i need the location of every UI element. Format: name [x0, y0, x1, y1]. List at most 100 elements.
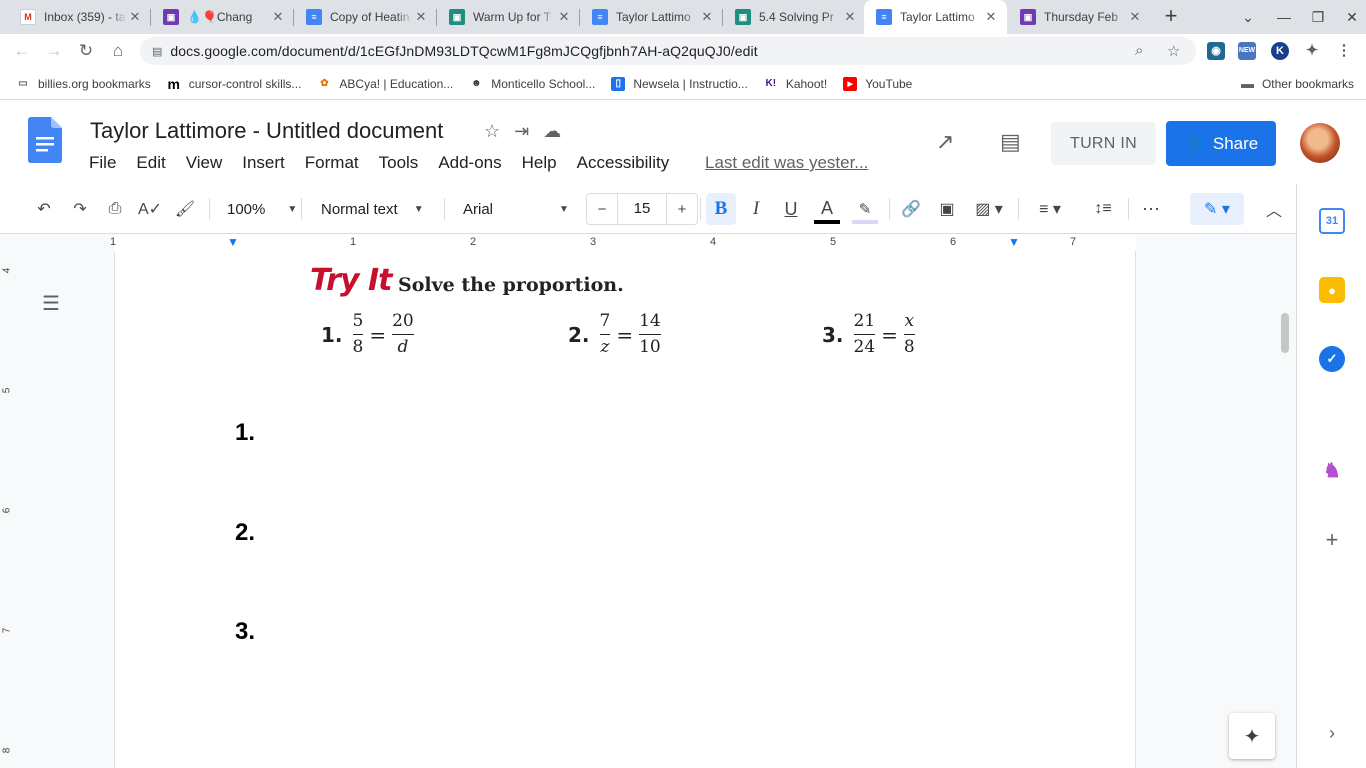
menu-accessibility[interactable]: Accessibility: [577, 153, 670, 173]
tab-search-icon[interactable]: ⌄: [1230, 0, 1266, 34]
close-icon[interactable]: ✕: [413, 9, 429, 25]
menu-file[interactable]: File: [89, 153, 116, 173]
forward-icon[interactable]: →: [41, 38, 67, 64]
reload-icon[interactable]: ↻: [73, 38, 99, 64]
chevron-up-icon[interactable]: ︿: [1262, 197, 1286, 221]
comments-icon[interactable]: ▤: [1000, 129, 1021, 155]
add-comment-icon[interactable]: ▣: [935, 197, 959, 221]
decrease-font-size-button[interactable]: −: [587, 201, 617, 218]
close-icon[interactable]: ✕: [1127, 9, 1143, 25]
undo-icon[interactable]: ↶: [32, 197, 56, 221]
tab-copy-of-heating[interactable]: ≡ Copy of Heatin ✕: [294, 0, 437, 34]
right-indent-marker-icon[interactable]: ▼: [1008, 235, 1020, 249]
paint-format-icon[interactable]: 🖌: [173, 197, 197, 221]
print-icon[interactable]: ⎙: [103, 197, 127, 221]
explore-button[interactable]: ✦: [1229, 713, 1275, 759]
avatar[interactable]: [1300, 123, 1340, 163]
k-extension-icon[interactable]: K: [1271, 42, 1289, 60]
bookmark-newsela[interactable]: ▯ Newsela | Instructio...: [603, 76, 756, 91]
close-icon[interactable]: ✕: [127, 9, 143, 25]
minimize-button[interactable]: —: [1266, 0, 1302, 34]
insert-link-icon[interactable]: 🔗: [899, 197, 923, 221]
underline-button[interactable]: U: [779, 197, 803, 221]
document-page[interactable]: Try It Solve the proportion. 1. 5 8 = 20 d…: [114, 251, 1136, 768]
turn-in-button[interactable]: TURN IN: [1051, 122, 1156, 165]
document-title[interactable]: Taylor Lattimore - Untitled document: [90, 118, 443, 144]
site-info-icon[interactable]: ▤: [152, 45, 162, 58]
increase-font-size-button[interactable]: +: [667, 201, 697, 218]
tab-solving-proportions[interactable]: ▣ 5.4 Solving Pr ✕: [723, 0, 866, 34]
bookmark-youtube[interactable]: ▶ YouTube: [835, 76, 920, 91]
move-folder-icon[interactable]: ⇥: [514, 121, 529, 142]
close-icon[interactable]: ✕: [556, 9, 572, 25]
insert-image-icon[interactable]: ▨ ▾: [970, 197, 1008, 221]
tab-thursday[interactable]: ▣ Thursday Feb ✕: [1008, 0, 1151, 34]
text-color-button[interactable]: A: [814, 197, 840, 224]
italic-button[interactable]: I: [744, 197, 768, 221]
restore-button[interactable]: ❐: [1300, 0, 1336, 34]
menu-tools[interactable]: Tools: [379, 153, 419, 173]
search-icon[interactable]: ⌕: [1135, 42, 1143, 59]
close-icon[interactable]: ✕: [842, 9, 858, 25]
scrollbar-thumb[interactable]: [1281, 313, 1289, 353]
home-icon[interactable]: ⌂: [105, 38, 131, 64]
cloud-saved-icon[interactable]: ☁: [543, 121, 561, 142]
font-family-select[interactable]: Arial ▼: [463, 197, 569, 221]
bookmark-kahoot[interactable]: K! Kahoot!: [756, 77, 835, 91]
zoom-select[interactable]: 100% ▼: [227, 197, 297, 221]
redo-icon[interactable]: ↷: [68, 197, 92, 221]
more-tools-icon[interactable]: ⋯: [1139, 197, 1163, 221]
highlight-color-icon[interactable]: ✎: [852, 197, 878, 224]
font-size-stepper[interactable]: − 15 +: [586, 193, 698, 225]
docs-logo-icon[interactable]: [28, 117, 62, 163]
share-button[interactable]: 👤 Share: [1166, 121, 1276, 166]
tab-change[interactable]: ▣ 💧🎈Chang ✕: [151, 0, 294, 34]
menu-format[interactable]: Format: [305, 153, 359, 173]
bold-button[interactable]: B: [706, 193, 736, 225]
bookmark-cursor-control[interactable]: m cursor-control skills...: [159, 76, 310, 92]
bookmark-billies[interactable]: ▭ billies.org bookmarks: [8, 77, 159, 91]
activity-trend-icon[interactable]: ↗: [936, 129, 954, 155]
new-tab-button[interactable]: +: [1158, 4, 1184, 30]
document-outline-icon[interactable]: ☰: [42, 291, 60, 316]
menu-view[interactable]: View: [186, 153, 223, 173]
other-bookmarks[interactable]: ▬ Other bookmarks: [1241, 76, 1354, 91]
bookmark-abcya[interactable]: ✿ ABCya! | Education...: [309, 77, 461, 91]
calendar-icon[interactable]: 31: [1319, 208, 1345, 234]
more-menu-icon[interactable]: ⋮: [1335, 42, 1353, 60]
tab-warm-up[interactable]: ▣ Warm Up for T ✕: [437, 0, 580, 34]
menu-help[interactable]: Help: [522, 153, 557, 173]
add-addon-icon[interactable]: +: [1319, 527, 1345, 553]
new-extension-icon[interactable]: NEW: [1238, 42, 1256, 60]
extension-icon[interactable]: ◉: [1207, 42, 1225, 60]
spellcheck-icon[interactable]: A✓: [138, 197, 162, 221]
menu-addons[interactable]: Add-ons: [438, 153, 501, 173]
keep-icon[interactable]: ●: [1319, 277, 1345, 303]
tasks-icon[interactable]: ✓: [1319, 346, 1345, 372]
tab-taylor-lattimore-1[interactable]: ≡ Taylor Lattimo ✕: [580, 0, 723, 34]
horizontal-ruler[interactable]: 1 ▼ 1 2 3 4 5 6 ▼ 7: [0, 234, 1296, 251]
chevron-right-icon[interactable]: ›: [1319, 720, 1345, 746]
close-icon[interactable]: ✕: [983, 9, 999, 25]
font-size-input[interactable]: 15: [617, 194, 667, 224]
extensions-puzzle-icon[interactable]: ✦: [1303, 42, 1321, 60]
align-left-icon[interactable]: ≡ ▾: [1031, 197, 1069, 221]
paragraph-style-select[interactable]: Normal text ▼: [321, 197, 424, 221]
line-spacing-icon[interactable]: ↕≡: [1090, 197, 1116, 221]
bookmark-star-icon[interactable]: ☆: [1167, 42, 1180, 60]
close-icon[interactable]: ✕: [699, 9, 715, 25]
editing-mode-icon[interactable]: ✎ ▾: [1190, 193, 1244, 225]
left-indent-marker-icon[interactable]: ▼: [227, 235, 239, 249]
last-edit-link[interactable]: Last edit was yester...: [705, 153, 868, 173]
tab-inbox[interactable]: M Inbox (359) - ta ✕: [8, 0, 151, 34]
back-icon[interactable]: ←: [9, 38, 35, 64]
address-bar[interactable]: ▤ docs.google.com/document/d/1cEGfJnDM93…: [140, 37, 1196, 65]
star-icon[interactable]: ☆: [484, 121, 500, 142]
menu-edit[interactable]: Edit: [136, 153, 165, 173]
close-window-button[interactable]: ✕: [1334, 0, 1366, 34]
unicorn-addon-icon[interactable]: ♞: [1319, 457, 1345, 483]
vertical-ruler[interactable]: 4 5 6 7 8: [0, 251, 17, 768]
tab-taylor-lattimore-active[interactable]: ≡ Taylor Lattimo ✕: [864, 0, 1007, 34]
menu-insert[interactable]: Insert: [242, 153, 285, 173]
close-icon[interactable]: ✕: [270, 9, 286, 25]
